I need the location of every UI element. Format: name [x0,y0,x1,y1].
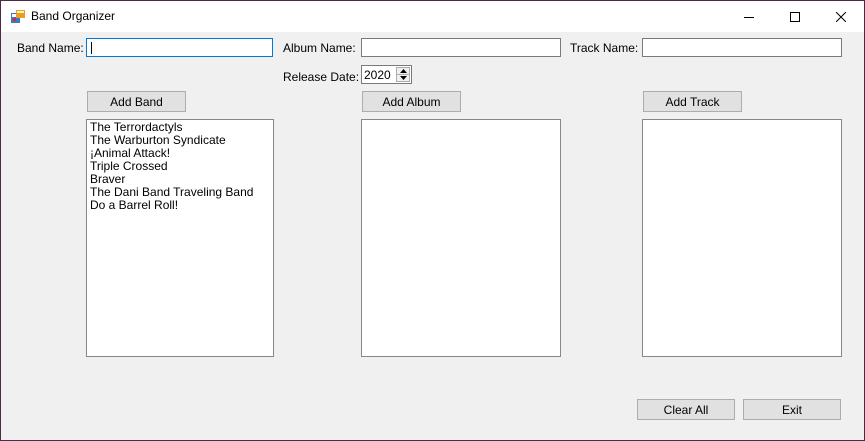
tracks-listbox[interactable] [642,119,842,357]
album-name-input[interactable] [361,38,561,57]
spin-down-button[interactable] [396,74,410,82]
release-date-label: Release Date: [283,70,360,84]
band-name-label: Band Name: [17,41,84,55]
arrow-down-icon [400,76,407,80]
minimize-button[interactable] [726,1,772,32]
band-organizer-window: Band Organizer Band Name: Album Name: Tr… [1,1,864,440]
arrow-up-icon [400,69,407,73]
close-button[interactable] [818,1,864,32]
add-band-button[interactable]: Add Band [87,91,186,112]
release-date-value: 2020 [364,68,391,82]
tracks-list [643,120,841,121]
window-title: Band Organizer [31,9,116,23]
band-name-input[interactable] [86,38,273,57]
track-name-label: Track Name: [570,41,639,55]
bands-listbox[interactable]: The Terrordactyls The Warburton Syndicate… [86,119,274,357]
release-date-stepper[interactable]: 2020 [361,65,412,84]
exit-button[interactable]: Exit [743,399,841,420]
maximize-button[interactable] [772,1,818,32]
clear-all-button[interactable]: Clear All [637,399,735,420]
close-icon [836,11,846,22]
minimize-icon [744,16,754,18]
app-icon [11,10,25,23]
add-album-button[interactable]: Add Album [362,91,461,112]
album-name-label: Album Name: [283,41,356,55]
albums-listbox[interactable] [361,119,561,357]
track-name-input[interactable] [642,38,842,57]
title-bar[interactable]: Band Organizer [1,1,864,32]
list-item[interactable]: Do a Barrel Roll! [90,199,273,212]
text-caret [91,42,92,54]
maximize-icon [790,11,800,22]
add-track-button[interactable]: Add Track [643,91,742,112]
bands-list: The Terrordactyls The Warburton Syndicate… [87,120,273,212]
albums-list [362,120,560,121]
